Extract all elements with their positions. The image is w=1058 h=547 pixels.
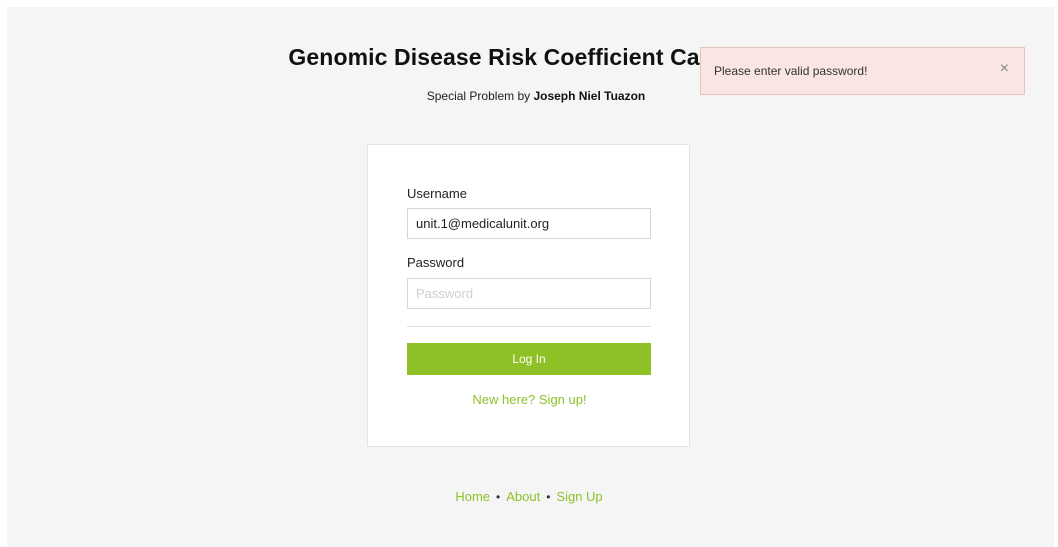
username-input[interactable] xyxy=(407,208,651,239)
footer-link-signup[interactable]: Sign Up xyxy=(556,489,602,504)
form-divider xyxy=(407,326,651,327)
close-icon[interactable]: × xyxy=(1000,61,1009,77)
password-input[interactable] xyxy=(407,278,651,309)
footer-link-about[interactable]: About xyxy=(506,489,540,504)
subtitle-prefix: Special Problem by xyxy=(426,89,534,103)
login-card: Username Password Log In New here? Sign … xyxy=(367,144,690,447)
footer-link-home[interactable]: Home xyxy=(455,489,490,504)
signup-link[interactable]: New here? Sign up! xyxy=(368,392,691,407)
footer-nav: Home • About • Sign Up xyxy=(0,489,1058,504)
author-name: Joseph Niel Tuazon xyxy=(533,89,646,103)
username-label: Username xyxy=(407,186,467,201)
password-label: Password xyxy=(407,255,465,270)
footer-separator: • xyxy=(546,490,551,504)
alert-message: Please enter valid password! xyxy=(714,64,868,78)
login-button[interactable]: Log In xyxy=(407,343,651,375)
error-alert: Please enter valid password! × xyxy=(700,47,1025,95)
footer-separator: • xyxy=(496,490,501,504)
